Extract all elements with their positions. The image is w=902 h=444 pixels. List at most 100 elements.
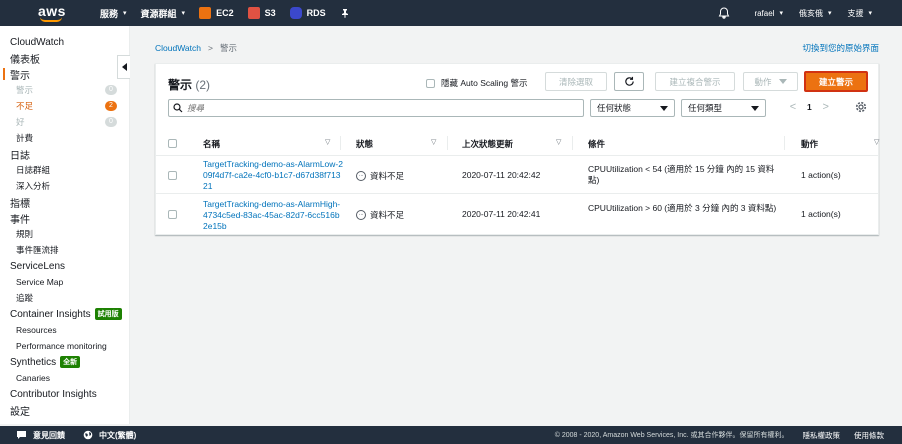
resource-groups-menu[interactable]: 資源群組 ▾: [141, 7, 186, 20]
caret-down-icon: [751, 105, 759, 111]
language-selector[interactable]: 中文(繁體): [83, 430, 136, 441]
sidebar-item[interactable]: 好0: [0, 114, 129, 130]
alarm-actions: 1 action(s): [801, 209, 841, 219]
search-icon: [173, 103, 183, 113]
sidebar-item-label: ServiceLens: [10, 260, 66, 272]
sidebar-item[interactable]: 日誌群組: [0, 162, 129, 178]
chevron-down-icon: ▾: [779, 10, 783, 17]
user-menu[interactable]: rafael ▾: [754, 9, 783, 18]
breadcrumb-current: 警示: [219, 43, 237, 53]
sidebar-item[interactable]: 儀表板: [0, 50, 129, 66]
column-header-state[interactable]: 狀態: [356, 138, 373, 150]
s3-shortcut[interactable]: S3: [247, 7, 276, 19]
aws-smile-icon: [40, 17, 62, 22]
sort-icon[interactable]: ▽: [431, 138, 436, 146]
services-menu[interactable]: 服務 ▾: [100, 7, 127, 20]
feedback-button[interactable]: 意見回饋: [16, 430, 65, 441]
copyright-text: © 2008 - 2020, Amazon Web Services, Inc.…: [554, 432, 789, 439]
ec2-shortcut[interactable]: EC2: [199, 7, 234, 19]
support-menu[interactable]: 支援 ▾: [847, 8, 872, 19]
pin-icon[interactable]: [340, 8, 350, 18]
sidebar-item[interactable]: 事件匯流排: [0, 242, 129, 258]
column-header-actions[interactable]: 動作: [801, 138, 818, 150]
sidebar-item-label: 規則: [16, 229, 34, 239]
collapse-sidebar-button[interactable]: [117, 55, 130, 79]
sort-icon[interactable]: ▽: [325, 138, 330, 146]
sidebar-item[interactable]: 不足 2: [0, 98, 129, 114]
sidebar-item-label: Contributor Insights: [10, 388, 97, 400]
table-row[interactable]: TargetTracking-demo-as-AlarmLow-209f4d7f…: [156, 156, 878, 194]
rds-shortcut[interactable]: RDS: [289, 7, 326, 19]
sidebar-item-label: Resources: [16, 325, 57, 335]
sidebar-item[interactable]: 日誌: [0, 146, 129, 162]
alarm-name-link[interactable]: TargetTracking-demo-as-AlarmHigh-4734c5e…: [203, 199, 343, 232]
sidebar-item[interactable]: 警示: [0, 66, 129, 82]
row-checkbox[interactable]: [168, 171, 177, 180]
sidebar-item[interactable]: Container Insights 試用版: [0, 306, 129, 322]
sidebar-item[interactable]: Contributor Insights: [0, 386, 129, 402]
checkbox[interactable]: [426, 78, 435, 88]
ec2-icon: [199, 7, 212, 19]
search-input[interactable]: [187, 103, 567, 113]
table-row[interactable]: TargetTracking-demo-as-AlarmHigh-4734c5e…: [156, 195, 878, 233]
actions-dropdown-button[interactable]: 動作: [743, 72, 798, 91]
sidebar-item[interactable]: 計費: [0, 130, 129, 146]
sidebar-item[interactable]: ServiceLens: [0, 258, 129, 274]
last-update: 2020-07-11 20:42:42: [462, 170, 541, 180]
aws-logo[interactable]: aws: [38, 0, 90, 26]
region-menu[interactable]: 俄亥俄 ▾: [799, 8, 832, 19]
alarm-name-link[interactable]: TargetTracking-demo-as-AlarmLow-209f4d7f…: [203, 159, 343, 192]
sidebar-item[interactable]: Resources: [0, 322, 129, 338]
create-alarm-button[interactable]: 建立警示: [804, 71, 868, 92]
sidebar-navigation: CloudWatch 儀表板警示 警示 0 不足 2 好 0 計費 日誌日誌群組深入分析 指標 事件規…: [0, 26, 130, 424]
sidebar-item-label: 警示: [10, 70, 30, 82]
sidebar-item-label: 設定: [10, 406, 30, 418]
alarm-condition: CPUUtilization < 54 (適用於 15 分鐘 內的 15 資料點…: [588, 164, 775, 185]
create-composite-alarm-button[interactable]: 建立複合警示: [655, 72, 735, 91]
sort-icon[interactable]: ▽: [556, 138, 561, 146]
footer: 意見回饋 中文(繁體) © 2008 - 2020, Amazon Web Se…: [0, 426, 902, 444]
next-page-icon[interactable]: >: [821, 101, 831, 113]
terms-of-use-link[interactable]: 使用條款: [854, 430, 884, 441]
sidebar-item[interactable]: 警示 0: [0, 82, 129, 98]
current-page[interactable]: 1: [807, 102, 812, 112]
gear-icon[interactable]: [854, 100, 868, 114]
sidebar-item[interactable]: Service Map: [0, 274, 129, 290]
refresh-button[interactable]: [614, 72, 644, 91]
sidebar-item[interactable]: Canaries: [0, 370, 129, 386]
notifications-bell-icon[interactable]: [718, 7, 730, 19]
sidebar-item[interactable]: Synthetics 全新: [0, 354, 129, 370]
column-divider: [447, 136, 448, 150]
state-filter-select[interactable]: 任何狀態: [590, 99, 675, 117]
sidebar-item[interactable]: CloudWatch: [0, 34, 129, 50]
sidebar-item[interactable]: 追蹤: [0, 290, 129, 306]
rds-icon: [289, 7, 302, 19]
sidebar-item-tag: 試用版: [94, 308, 122, 320]
sidebar-item-badge: 2: [105, 101, 117, 111]
sidebar-item[interactable]: 指標: [0, 194, 129, 210]
sidebar-item[interactable]: 設定: [0, 402, 129, 418]
sidebar-item[interactable]: 事件: [0, 210, 129, 226]
privacy-policy-link[interactable]: 隱私權政策: [803, 430, 841, 441]
sidebar-item[interactable]: Performance monitoring: [0, 338, 129, 354]
sidebar-item[interactable]: 深入分析: [0, 178, 129, 194]
sidebar-item-label: 事件匯流排: [16, 245, 59, 255]
type-filter-select[interactable]: 任何類型: [681, 99, 766, 117]
select-all-checkbox[interactable]: [168, 139, 177, 148]
switch-to-original-interface-link[interactable]: 切換到您的原始界面: [802, 42, 879, 54]
column-header-name[interactable]: 名稱: [203, 138, 220, 150]
previous-page-icon[interactable]: <: [788, 101, 798, 113]
row-checkbox[interactable]: [168, 210, 177, 219]
caret-down-icon: [660, 105, 668, 111]
column-header-last-update[interactable]: 上次狀態更新: [462, 138, 513, 150]
column-header-conditions[interactable]: 條件: [588, 138, 605, 150]
sort-icon[interactable]: ▽: [874, 138, 879, 146]
search-field[interactable]: [168, 99, 584, 117]
hide-autoscaling-checkbox[interactable]: 隱藏 Auto Scaling 警示: [426, 77, 527, 89]
breadcrumb-cloudwatch-link[interactable]: CloudWatch: [155, 43, 201, 53]
top-navigation: aws 服務 ▾ 資源群組 ▾ EC2 S3 RDS rafael ▾ 俄亥俄 ▾ 支援…: [0, 0, 902, 26]
sidebar-item[interactable]: 規則: [0, 226, 129, 242]
sidebar-item-label: 日誌群組: [16, 165, 51, 175]
clear-selection-button[interactable]: 清除選取: [545, 72, 607, 91]
globe-icon: [83, 430, 93, 440]
